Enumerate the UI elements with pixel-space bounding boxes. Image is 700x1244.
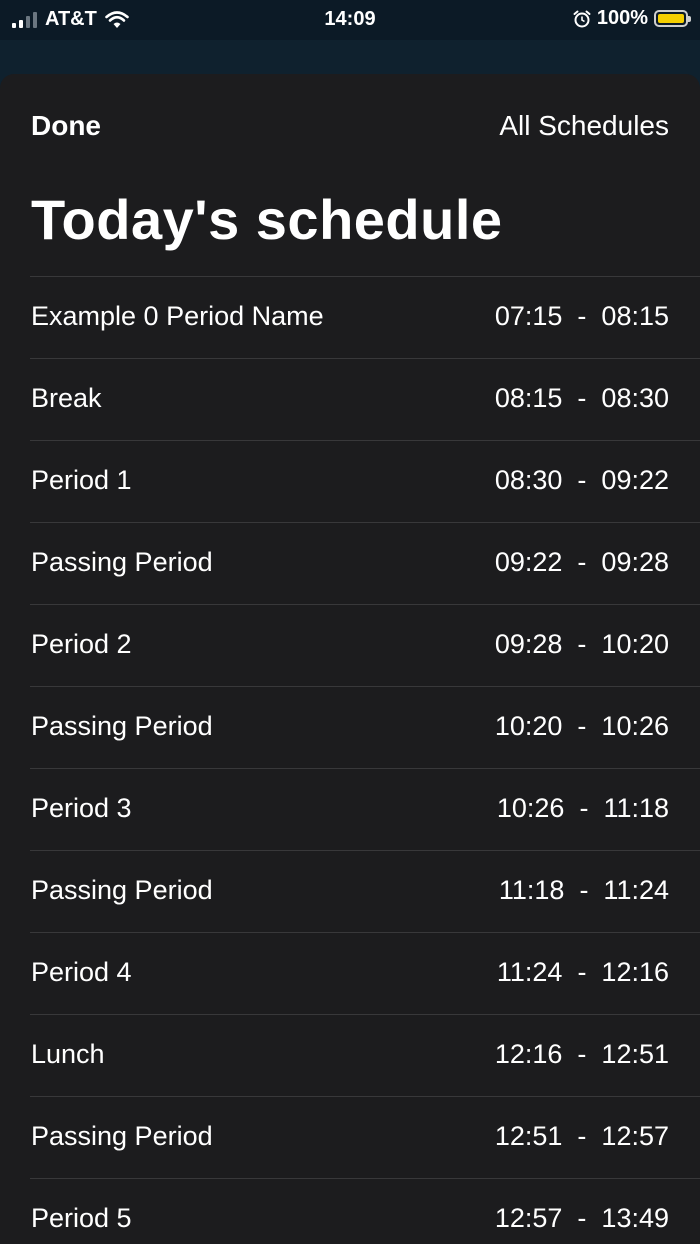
table-row[interactable]: Period 2 09:28 - 10:20 bbox=[30, 604, 700, 686]
page-title: Today's schedule bbox=[31, 188, 503, 251]
schedule-list: Example 0 Period Name 07:15 - 08:15 Brea… bbox=[0, 276, 700, 1244]
period-time: 12:57 - 13:49 bbox=[494, 1203, 669, 1233]
table-row[interactable]: Passing Period 11:18 - 11:24 bbox=[30, 850, 700, 932]
table-row[interactable]: Period 3 10:26 - 11:18 bbox=[30, 768, 700, 850]
table-row[interactable]: Lunch 12:16 - 12:51 bbox=[30, 1014, 700, 1096]
sheet-nav-bar: Done All Schedules bbox=[0, 74, 700, 184]
battery-percent: 100% bbox=[596, 7, 648, 29]
period-name: Example 0 Period Name bbox=[31, 301, 324, 331]
period-time: 07:15 - 08:15 bbox=[494, 301, 669, 331]
period-time: 11:24 - 12:16 bbox=[496, 957, 669, 987]
table-row[interactable]: Passing Period 12:51 - 12:57 bbox=[30, 1096, 700, 1178]
table-row[interactable]: Example 0 Period Name 07:15 - 08:15 bbox=[30, 276, 700, 358]
period-time: 08:15 - 08:30 bbox=[494, 383, 669, 413]
battery-icon bbox=[654, 10, 691, 27]
period-name: Passing Period bbox=[31, 711, 213, 741]
period-name: Passing Period bbox=[31, 1121, 213, 1151]
period-time: 10:26 - 11:18 bbox=[496, 793, 669, 823]
period-time: 12:51 - 12:57 bbox=[494, 1121, 669, 1151]
table-row[interactable]: Passing Period 09:22 - 09:28 bbox=[30, 522, 700, 604]
period-name: Period 4 bbox=[31, 957, 132, 987]
done-button[interactable]: Done bbox=[31, 110, 101, 142]
alarm-clock-icon bbox=[573, 10, 591, 27]
table-row[interactable]: Period 4 11:24 - 12:16 bbox=[30, 932, 700, 1014]
all-schedules-button[interactable]: All Schedules bbox=[499, 110, 669, 142]
period-name: Lunch bbox=[31, 1039, 105, 1069]
table-row[interactable]: Period 1 08:30 - 09:22 bbox=[30, 440, 700, 522]
period-time: 11:18 - 11:24 bbox=[498, 875, 669, 905]
period-time: 12:16 - 12:51 bbox=[494, 1039, 669, 1069]
period-time: 09:28 - 10:20 bbox=[494, 629, 669, 659]
status-bar: AT&T 14:09 100% bbox=[0, 0, 700, 40]
period-name: Passing Period bbox=[31, 875, 213, 905]
period-time: 10:20 - 10:26 bbox=[494, 711, 669, 741]
period-time: 08:30 - 09:22 bbox=[494, 465, 669, 495]
period-name: Period 5 bbox=[31, 1203, 132, 1233]
period-name: Period 3 bbox=[31, 793, 132, 823]
table-row[interactable]: Break 08:15 - 08:30 bbox=[30, 358, 700, 440]
table-row[interactable]: Period 5 12:57 - 13:49 bbox=[30, 1178, 700, 1244]
period-name: Period 2 bbox=[31, 629, 132, 659]
schedule-sheet: Done All Schedules Today's schedule Exam… bbox=[0, 74, 700, 1244]
period-name: Period 1 bbox=[31, 465, 132, 495]
period-time: 09:22 - 09:28 bbox=[494, 547, 669, 577]
period-name: Break bbox=[31, 383, 102, 413]
table-row[interactable]: Passing Period 10:20 - 10:26 bbox=[30, 686, 700, 768]
status-right: 100% bbox=[573, 7, 691, 30]
period-name: Passing Period bbox=[31, 547, 213, 577]
